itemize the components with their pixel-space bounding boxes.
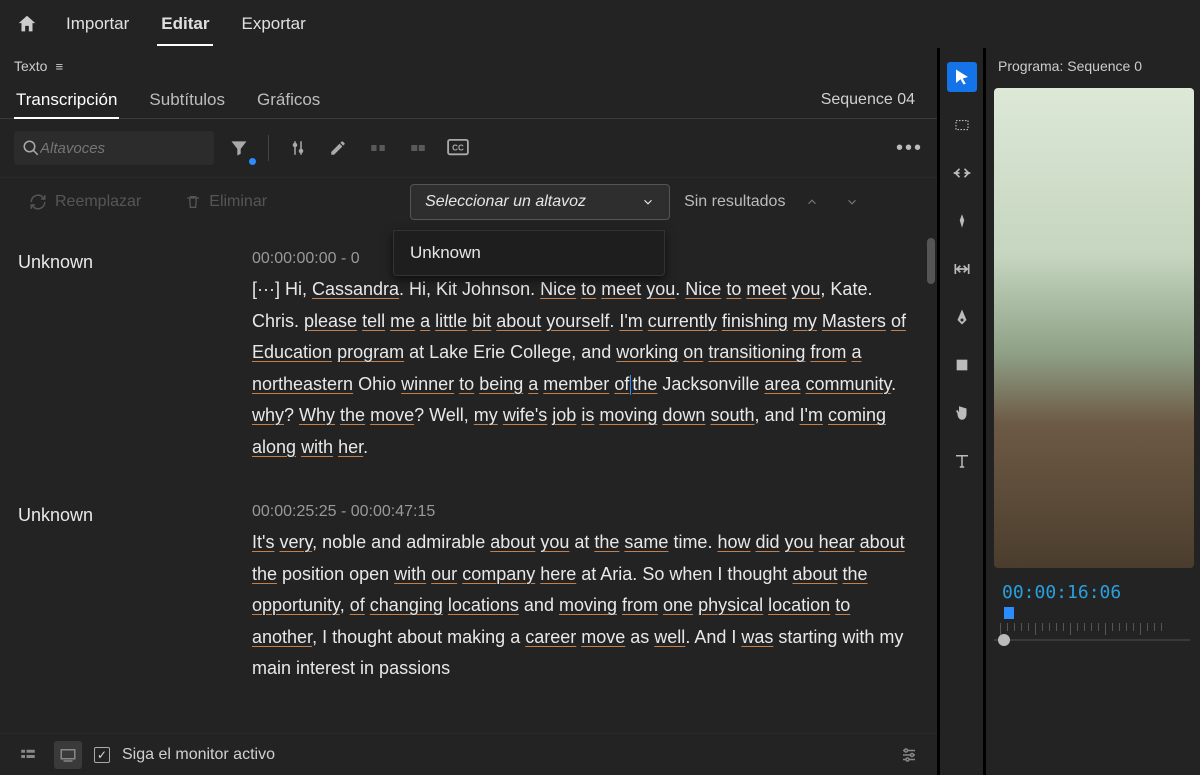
sequence-label: Sequence 04 (821, 91, 923, 109)
replace-label: Reemplazar (55, 193, 141, 211)
playhead-icon[interactable] (1004, 607, 1014, 619)
filter-icon[interactable] (224, 133, 254, 163)
transcript-block: Unknown 00:00:00:00 - 0 [···] Hi, Cassan… (18, 250, 919, 463)
scrub-handle[interactable] (998, 634, 1010, 646)
transcript-speaker[interactable]: Unknown (18, 250, 228, 463)
speaker-select-label: Seleccionar un altavoz (425, 193, 586, 211)
slip-tool-icon[interactable] (947, 254, 977, 284)
home-icon[interactable] (16, 13, 38, 35)
timeline-ticks (994, 623, 1200, 633)
speaker-select[interactable]: Seleccionar un altavoz (410, 184, 670, 220)
split-icon (363, 133, 393, 163)
subtab-subtitles[interactable]: Subtítulos (147, 82, 227, 118)
delete-label: Eliminar (209, 193, 267, 211)
chevron-down-icon (641, 195, 655, 209)
subtab-transcription[interactable]: Transcripción (14, 82, 119, 118)
more-icon[interactable]: ••• (896, 137, 923, 160)
search-icon[interactable] (22, 133, 40, 163)
subtab-graphics[interactable]: Gráficos (255, 82, 322, 118)
search-input[interactable] (40, 140, 241, 157)
program-monitor: Programa: Sequence 0 00:00:16:06 (986, 48, 1200, 775)
text-panel: Texto ≡ Transcripción Subtítulos Gráfico… (0, 48, 940, 775)
svg-text:CC: CC (452, 144, 464, 153)
delete-button: Eliminar (170, 186, 282, 218)
transcript-block: Unknown 00:00:25:25 - 00:00:47:15 It's v… (18, 503, 919, 685)
type-tool-icon[interactable] (947, 446, 977, 476)
tab-import[interactable]: Importar (62, 2, 133, 46)
selection-tool-icon[interactable] (947, 62, 977, 92)
program-timecode[interactable]: 00:00:16:06 (1002, 582, 1200, 603)
transcript-list: Unknown 00:00:00:00 - 0 [···] Hi, Cassan… (0, 228, 937, 733)
pen-tool-icon[interactable] (947, 302, 977, 332)
speaker-dropdown: Unknown (393, 230, 665, 276)
panel-title: Texto (14, 58, 47, 74)
replace-button: Reemplazar (14, 186, 156, 218)
settings-icon[interactable] (895, 741, 923, 769)
pencil-icon[interactable] (323, 133, 353, 163)
transcript-timecode: 00:00:25:25 - 00:00:47:15 (252, 503, 919, 521)
tab-edit[interactable]: Editar (157, 2, 213, 46)
sliders-icon[interactable] (283, 133, 313, 163)
program-title: Programa: Sequence 0 (986, 48, 1200, 80)
cc-icon[interactable]: CC (443, 133, 473, 163)
dropdown-item-unknown[interactable]: Unknown (394, 231, 664, 275)
track-select-icon[interactable] (947, 110, 977, 140)
transcript-text[interactable]: [···] Hi, Cassandra. Hi, Kit Johnson. Ni… (252, 274, 919, 463)
transcript-text[interactable]: It's very, noble and admirable about you… (252, 527, 919, 685)
prev-result-icon (799, 195, 825, 209)
scrub-track[interactable] (994, 639, 1190, 641)
next-result-icon (839, 195, 865, 209)
tab-export[interactable]: Exportar (237, 2, 309, 46)
tool-palette (940, 48, 986, 775)
transcript-speaker[interactable]: Unknown (18, 503, 228, 685)
follow-monitor-checkbox[interactable]: ✓ (94, 747, 110, 763)
view-list-icon[interactable] (14, 741, 42, 769)
merge-icon (403, 133, 433, 163)
program-video-frame[interactable] (994, 88, 1194, 568)
program-timeline[interactable] (994, 607, 1200, 643)
follow-monitor-label: Siga el monitor activo (122, 746, 275, 764)
hand-tool-icon[interactable] (947, 398, 977, 428)
scrollbar[interactable] (927, 238, 935, 284)
view-subtitle-icon[interactable] (54, 741, 82, 769)
rectangle-tool-icon[interactable] (947, 350, 977, 380)
panel-menu-icon[interactable]: ≡ (55, 59, 63, 74)
no-results-label: Sin resultados (684, 193, 785, 211)
ripple-edit-icon[interactable] (947, 158, 977, 188)
razor-tool-icon[interactable] (947, 206, 977, 236)
